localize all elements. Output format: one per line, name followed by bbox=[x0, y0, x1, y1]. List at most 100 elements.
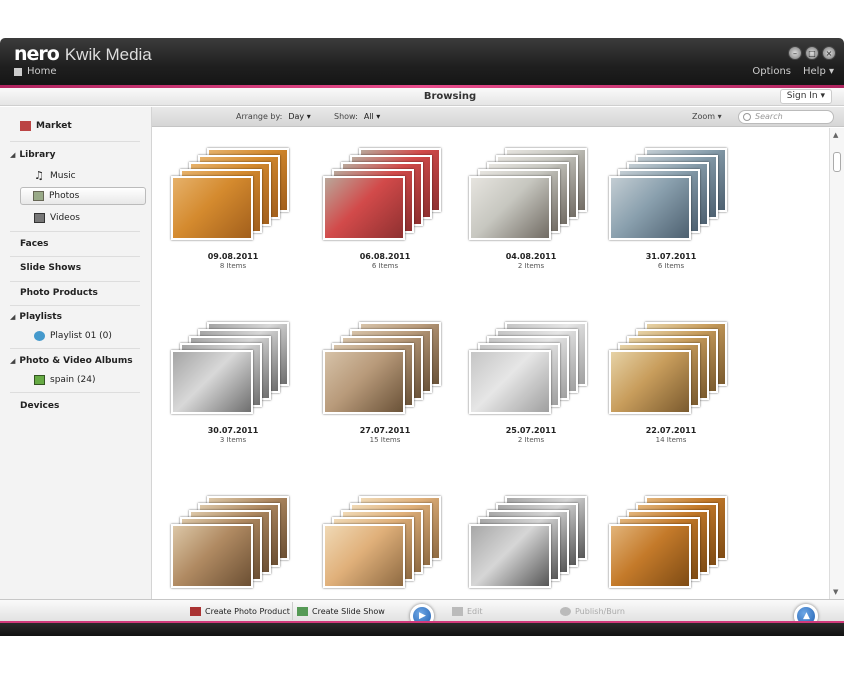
photo-thumbnail bbox=[323, 176, 405, 240]
photo-icon bbox=[33, 191, 44, 201]
photo-thumbnail bbox=[469, 176, 551, 240]
help-menu[interactable]: Help ▾ bbox=[803, 66, 834, 77]
action-bar: Create Photo Product Create Slide Show E… bbox=[0, 599, 844, 628]
create-slide-show-button[interactable]: Create Slide Show bbox=[297, 607, 385, 616]
collapse-triangle-icon: ◢ bbox=[10, 357, 16, 365]
photo-album-stack[interactable]: 06.08.2011 6 Items bbox=[315, 136, 455, 296]
photo-stack bbox=[315, 136, 455, 256]
divider bbox=[10, 348, 140, 349]
album-date: 06.08.2011 bbox=[359, 252, 411, 261]
show-dropdown[interactable]: Show: All ▾ bbox=[334, 112, 380, 121]
app-window: nero Kwik Media Home – □ × Options Help ▾… bbox=[0, 38, 844, 636]
photo-thumbnail bbox=[609, 350, 691, 414]
maximize-button[interactable]: □ bbox=[805, 46, 819, 60]
photo-album-stack[interactable]: 27.07.2011 15 Items bbox=[315, 310, 455, 470]
arrange-by-dropdown[interactable]: Arrange by: Day ▾ bbox=[236, 112, 311, 121]
album-date: 22.07.2011 bbox=[645, 426, 697, 435]
tab-bar: Browsing Sign In ▾ bbox=[0, 88, 844, 106]
album-item-count: 15 Items bbox=[369, 436, 401, 444]
photo-thumbnail bbox=[171, 350, 253, 414]
sidebar-item-videos[interactable]: Videos bbox=[0, 207, 152, 229]
home-link[interactable]: Home bbox=[14, 66, 57, 77]
album-item-count: 2 Items bbox=[517, 436, 545, 444]
photo-album-stack[interactable] bbox=[315, 484, 455, 599]
sidebar-item-photos[interactable]: Photos bbox=[20, 187, 146, 205]
sidebar-item-market[interactable]: Market bbox=[0, 115, 152, 137]
photo-album-stack[interactable] bbox=[163, 484, 303, 599]
sidebar-item-faces[interactable]: Faces bbox=[0, 233, 152, 255]
album-item-count: 6 Items bbox=[371, 262, 399, 270]
album-caption: 09.08.2011 8 Items bbox=[163, 252, 303, 270]
top-menu: Options Help ▾ bbox=[752, 66, 834, 77]
photo-grid: 09.08.2011 8 Items 06.08.2011 6 Items 04.08.… bbox=[153, 128, 829, 599]
album-caption: 22.07.2011 14 Items bbox=[601, 426, 741, 444]
photo-stack bbox=[163, 310, 303, 430]
divider bbox=[10, 392, 140, 393]
sidebar-item-slide-shows[interactable]: Slide Shows bbox=[0, 257, 152, 279]
disc-icon bbox=[560, 607, 571, 616]
sidebar-item-music[interactable]: ♫ Music bbox=[0, 165, 152, 187]
scroll-down-icon[interactable]: ▼ bbox=[833, 588, 838, 596]
album-date: 30.07.2011 bbox=[207, 426, 259, 435]
vertical-scrollbar[interactable]: ▲ ▼ bbox=[829, 128, 844, 599]
app-logo: nero Kwik Media bbox=[14, 43, 152, 65]
album-caption: 31.07.2011 6 Items bbox=[601, 252, 741, 270]
sidebar-item-album-spain[interactable]: spain (24) bbox=[0, 369, 152, 391]
publish-burn-button[interactable]: Publish/Burn bbox=[560, 607, 625, 616]
divider bbox=[10, 141, 140, 142]
view-toolbar: Arrange by: Day ▾ Show: All ▾ Zoom ▾ Searc… bbox=[152, 107, 844, 127]
scroll-up-icon[interactable]: ▲ bbox=[833, 131, 838, 139]
album-caption: 30.07.2011 3 Items bbox=[163, 426, 303, 444]
photo-album-stack[interactable]: 31.07.2011 6 Items bbox=[601, 136, 741, 296]
zoom-dropdown[interactable]: Zoom ▾ bbox=[692, 112, 722, 121]
sidebar: Market ◢ Library ♫ Music Photos Videos Fac… bbox=[0, 107, 152, 599]
minimize-button[interactable]: – bbox=[788, 46, 802, 60]
album-caption: 25.07.2011 2 Items bbox=[461, 426, 601, 444]
search-input[interactable]: Search bbox=[738, 110, 834, 124]
photo-thumbnail bbox=[171, 524, 253, 588]
divider bbox=[292, 602, 293, 620]
tab-browsing[interactable]: Browsing bbox=[0, 91, 844, 102]
divider bbox=[10, 231, 140, 232]
collapse-triangle-icon: ◢ bbox=[10, 151, 16, 159]
sidebar-item-photo-products[interactable]: Photo Products bbox=[0, 282, 152, 304]
album-item-count: 6 Items bbox=[657, 262, 685, 270]
photo-album-stack[interactable]: 25.07.2011 2 Items bbox=[461, 310, 601, 470]
music-note-icon: ♫ bbox=[34, 169, 44, 182]
options-menu[interactable]: Options bbox=[752, 66, 791, 77]
sidebar-item-devices[interactable]: Devices bbox=[0, 395, 152, 417]
album-caption: 06.08.2011 6 Items bbox=[315, 252, 455, 270]
album-icon bbox=[34, 375, 45, 385]
photo-thumbnail bbox=[323, 524, 405, 588]
photo-album-stack[interactable]: 04.08.2011 2 Items bbox=[461, 136, 601, 296]
album-item-count: 3 Items bbox=[219, 436, 247, 444]
photo-album-stack[interactable]: 22.07.2011 14 Items bbox=[601, 310, 741, 470]
album-item-count: 14 Items bbox=[655, 436, 687, 444]
footer-bar bbox=[0, 621, 844, 636]
cart-icon bbox=[20, 121, 31, 131]
photo-stack bbox=[601, 310, 741, 430]
window-controls: – □ × bbox=[788, 46, 836, 60]
edit-button[interactable]: Edit bbox=[452, 607, 483, 616]
scrollbar-thumb[interactable] bbox=[833, 152, 841, 172]
sidebar-item-playlist[interactable]: Playlist 01 (0) bbox=[0, 325, 152, 347]
photo-thumbnail bbox=[469, 350, 551, 414]
photo-album-stack[interactable] bbox=[461, 484, 601, 599]
close-button[interactable]: × bbox=[822, 46, 836, 60]
photo-album-stack[interactable]: 09.08.2011 8 Items bbox=[163, 136, 303, 296]
sign-in-button[interactable]: Sign In ▾ bbox=[779, 89, 832, 104]
album-item-count: 2 Items bbox=[517, 262, 545, 270]
play-icon: ▶ bbox=[419, 611, 426, 621]
album-item-count: 8 Items bbox=[219, 262, 247, 270]
album-caption: 27.07.2011 15 Items bbox=[315, 426, 455, 444]
photo-thumbnail bbox=[609, 524, 691, 588]
up-arrow-icon: ▲ bbox=[803, 611, 810, 621]
title-bar: nero Kwik Media Home – □ × Options Help ▾ bbox=[0, 38, 844, 88]
photo-album-stack[interactable]: 30.07.2011 3 Items bbox=[163, 310, 303, 470]
photo-stack bbox=[315, 484, 455, 599]
photo-album-stack[interactable] bbox=[601, 484, 741, 599]
create-photo-product-button[interactable]: Create Photo Product bbox=[190, 607, 290, 616]
playlist-icon bbox=[34, 331, 45, 341]
album-date: 04.08.2011 bbox=[505, 252, 557, 261]
sidebar-group-library[interactable]: ◢ Library bbox=[0, 144, 152, 166]
